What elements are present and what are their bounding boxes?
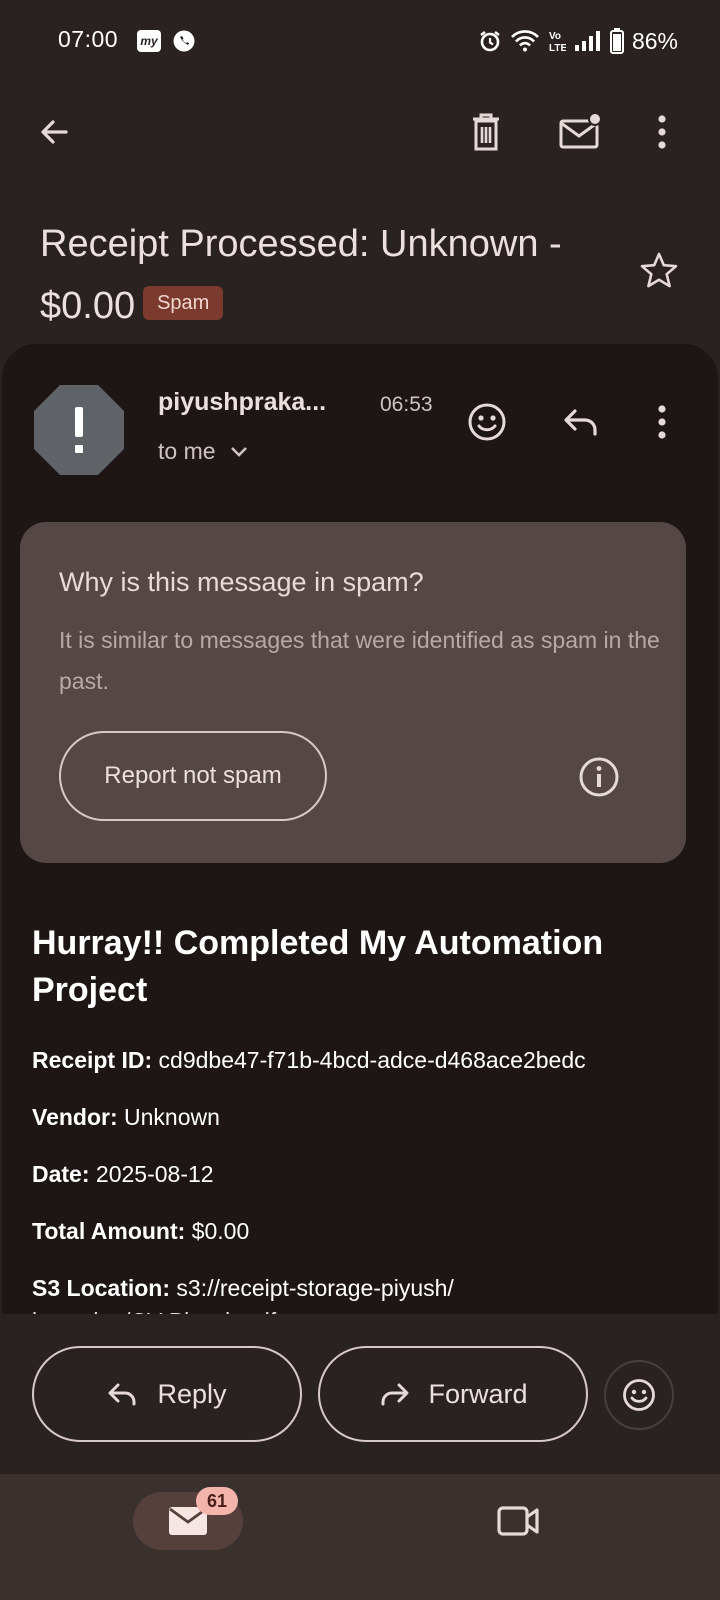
whatsapp-icon [173, 30, 195, 52]
field-value[interactable]: s3://receipt-storage-piyush/ [176, 1275, 453, 1301]
add-reaction-button[interactable] [459, 394, 515, 450]
mark-unread-icon[interactable] [552, 104, 608, 160]
star-icon[interactable] [638, 250, 680, 292]
report-not-spam-button[interactable]: Report not spam [59, 731, 327, 821]
wifi-icon [511, 30, 539, 52]
field-label: Receipt ID: [32, 1047, 153, 1073]
sender-avatar-warning-icon [34, 385, 124, 475]
spam-label-chip[interactable]: Spam [143, 285, 224, 320]
field-value: Unknown [124, 1104, 220, 1130]
field-s3-location: S3 Location: s3://receipt-storage-piyush… [32, 1275, 454, 1302]
email-subject: Receipt Processed: Unknown - $0.00 Spam [40, 213, 640, 337]
info-icon[interactable] [578, 756, 620, 798]
unread-count-badge: 61 [196, 1487, 238, 1515]
volte-icon: Vo LTE [549, 31, 566, 54]
reply-button[interactable]: Reply [32, 1346, 302, 1442]
body-heading: Hurray!! Completed My Automation Project [32, 924, 604, 1009]
battery-percentage: 86% [631, 27, 678, 54]
field-label: S3 Location: [32, 1275, 171, 1301]
field-total-amount: Total Amount: $0.00 [32, 1218, 249, 1245]
field-label: Vendor: [32, 1104, 118, 1130]
forward-icon [381, 1383, 409, 1406]
reply-label: Reply [157, 1378, 227, 1409]
svg-text:Vo: Vo [549, 31, 561, 42]
reply-icon[interactable] [553, 394, 609, 450]
sent-time: 06:53 [380, 393, 433, 416]
field-vendor: Vendor: Unknown [32, 1104, 220, 1131]
chevron-down-icon [230, 446, 247, 457]
delete-icon[interactable] [458, 104, 514, 160]
smiley-icon [623, 1379, 655, 1411]
subject-text: Receipt Processed: Unknown - $0.00 [40, 223, 562, 327]
signal-icon [574, 31, 600, 51]
recipient-label: to me [158, 438, 216, 464]
myjio-app-icon: my [137, 30, 161, 52]
field-value: $0.00 [191, 1218, 250, 1244]
back-arrow-icon[interactable] [26, 104, 82, 160]
svg-text:LTE: LTE [549, 43, 566, 54]
meet-video-icon[interactable] [496, 1503, 540, 1539]
bottom-navigation [0, 1474, 720, 1600]
recipient-toggle[interactable]: to me [158, 438, 248, 465]
field-receipt-id: Receipt ID: cd9dbe47-f71b-4bcd-adce-d468… [32, 1047, 586, 1074]
sender-name[interactable]: piyushpraka... [158, 388, 326, 417]
message-more-icon[interactable] [634, 394, 690, 450]
field-value: cd9dbe47-f71b-4bcd-adce-d468ace2bedc [158, 1047, 586, 1073]
field-label: Date: [32, 1161, 90, 1187]
reply-icon [108, 1383, 136, 1406]
alarm-icon [480, 31, 500, 52]
forward-button[interactable]: Forward [318, 1346, 588, 1442]
spam-notice-title: Why is this message in spam? [59, 567, 424, 597]
field-label: Total Amount: [32, 1218, 186, 1244]
more-vert-icon[interactable] [634, 104, 690, 160]
field-value: 2025-08-12 [95, 1161, 214, 1187]
react-emoji-button[interactable] [604, 1360, 674, 1430]
status-bar: 07:00 my Vo LTE 86% [0, 0, 720, 86]
forward-label: Forward [428, 1378, 528, 1409]
spam-notice-description: It is similar to messages that were iden… [59, 627, 660, 694]
field-date: Date: 2025-08-12 [32, 1161, 214, 1188]
status-time: 07:00 [58, 26, 119, 52]
smiley-icon [468, 403, 506, 441]
battery-icon [609, 28, 624, 54]
